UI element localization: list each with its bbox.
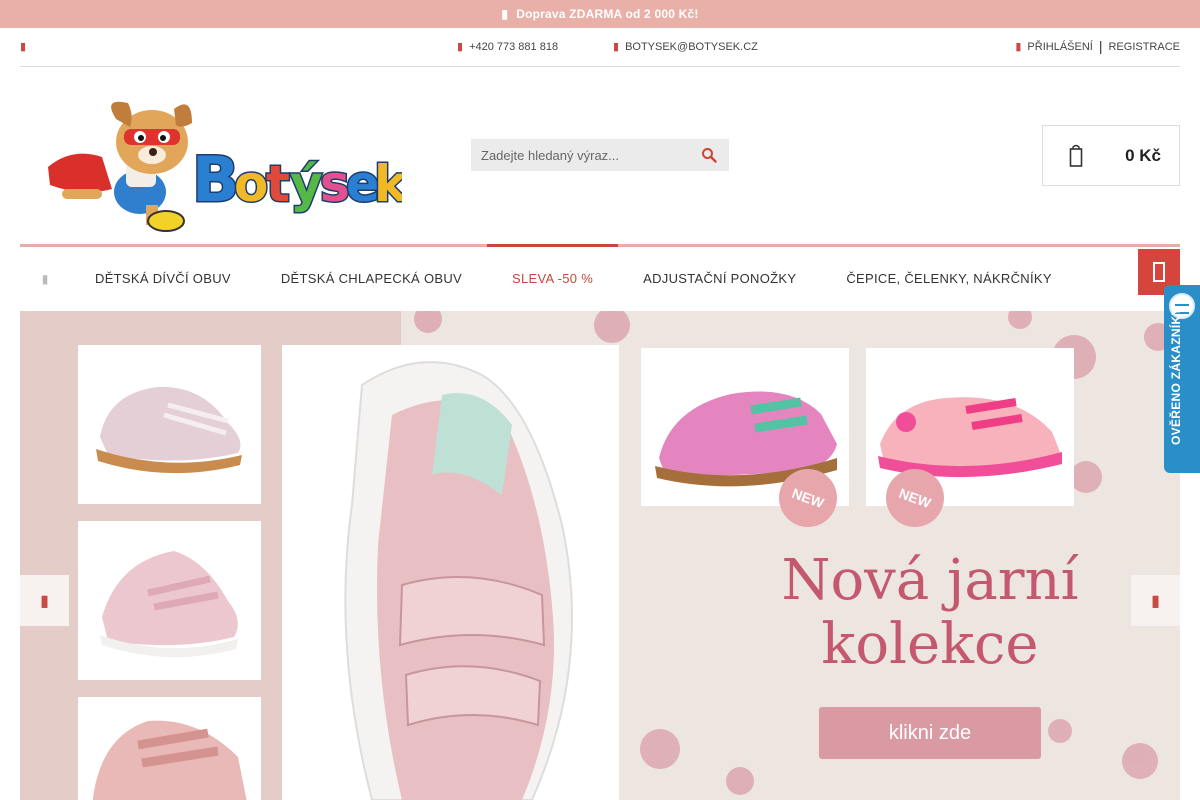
search-input[interactable] (471, 147, 689, 163)
phone-contact[interactable]: ▮ +420 773 881 818 (457, 40, 558, 54)
email-contact[interactable]: ▮ BOTYSEK@BOTYSEK.CZ (613, 40, 758, 54)
svg-text:o: o (234, 155, 268, 213)
featured-shoe-photo[interactable] (282, 345, 619, 800)
chevron-left-icon: ▮ (40, 592, 49, 610)
promo-text: Doprava ZDARMA od 2 000 Kč! (516, 7, 699, 21)
location-icon[interactable]: ▮ (20, 40, 26, 53)
nav-item-sale[interactable]: SLEVA -50 % (487, 244, 619, 310)
nav-item-boys-shoes[interactable]: DĚTSKÁ CHLAPECKÁ OBUV (256, 247, 487, 310)
product-photo-2[interactable] (78, 521, 261, 680)
product-photo-3[interactable] (78, 697, 261, 800)
banner-headline: Nová jarní kolekce (740, 549, 1120, 677)
site-header: B o t ý s e k 0 Kč (20, 67, 1180, 244)
botysek-logo[interactable]: B o t ý s e k (42, 97, 402, 237)
account-separator: | (1098, 38, 1103, 54)
cart-total: 0 Kč (1125, 145, 1161, 165)
utility-bar: ▮ ▮ +420 773 881 818 ▮ BOTYSEK@BOTYSEK.C… (20, 28, 1180, 67)
user-icon: ▮ (1015, 41, 1022, 53)
cart-icon (1069, 144, 1083, 167)
truck-icon: ▮ (501, 7, 509, 21)
email-address[interactable]: BOTYSEK@BOTYSEK.CZ (625, 41, 758, 53)
svg-text:k: k (374, 155, 402, 213)
nav-item-socks[interactable]: ADJUSTAČNÍ PONOŽKY (618, 247, 821, 310)
banner-cta-button[interactable]: klikni zde (819, 707, 1041, 759)
svg-text:B: B (192, 143, 239, 216)
search-box (471, 139, 729, 171)
slider-next-button[interactable]: ▮ (1131, 575, 1180, 626)
headline-line-2: kolekce (821, 612, 1039, 677)
register-link[interactable]: REGISTRACE (1108, 41, 1180, 53)
nav-label: SLEVA -50 % (512, 271, 594, 286)
cart-button[interactable]: 0 Kč (1042, 125, 1180, 186)
search-icon (702, 148, 717, 163)
nav-item-girls-shoes[interactable]: DĚTSKÁ DÍVČÍ OBUV (70, 247, 256, 310)
account-links: ▮ PŘIHLÁŠENÍ | REGISTRACE (1015, 38, 1180, 54)
nav-label: DĚTSKÁ CHLAPECKÁ OBUV (280, 271, 462, 286)
nav-item-hats[interactable]: ČEPICE, ČELENKY, NÁKRČNÍKY (821, 247, 1077, 310)
main-navigation: ▮ DĚTSKÁ DÍVČÍ OBUV DĚTSKÁ CHLAPECKÁ OBU… (20, 244, 1180, 310)
home-icon[interactable]: ▮ (20, 272, 70, 286)
badge-text: OVĚŘENO ZÁKAZNÍKY (1169, 307, 1183, 445)
shipping-promo-bar: ▮ Doprava ZDARMA od 2 000 Kč! (0, 0, 1200, 28)
slider-prev-button[interactable]: ▮ (20, 575, 69, 626)
svg-text:t: t (266, 155, 290, 213)
chevron-right-icon: ▮ (1151, 592, 1160, 610)
hero-banner[interactable]: NEW NEW Nová jarní kolekce klikni zde (20, 311, 1180, 800)
product-photo-1[interactable] (78, 345, 261, 504)
phone-icon: ▮ (457, 41, 464, 53)
nav-label: ADJUSTAČNÍ PONOŽKY (643, 271, 797, 286)
login-link[interactable]: PŘIHLÁŠENÍ (1027, 41, 1092, 53)
headline-line-1: Nová jarní (781, 548, 1079, 613)
svg-text:ý: ý (290, 155, 323, 213)
verified-customers-badge[interactable]: OVĚŘENO ZÁKAZNÍKY (1164, 285, 1200, 473)
phone-number[interactable]: +420 773 881 818 (469, 41, 558, 53)
search-button[interactable] (689, 139, 729, 171)
mail-icon: ▮ (613, 41, 620, 53)
nav-label: DĚTSKÁ DÍVČÍ OBUV (95, 271, 231, 286)
nav-label: ČEPICE, ČELENKY, NÁKRČNÍKY (846, 271, 1052, 286)
menu-icon (1153, 262, 1165, 282)
